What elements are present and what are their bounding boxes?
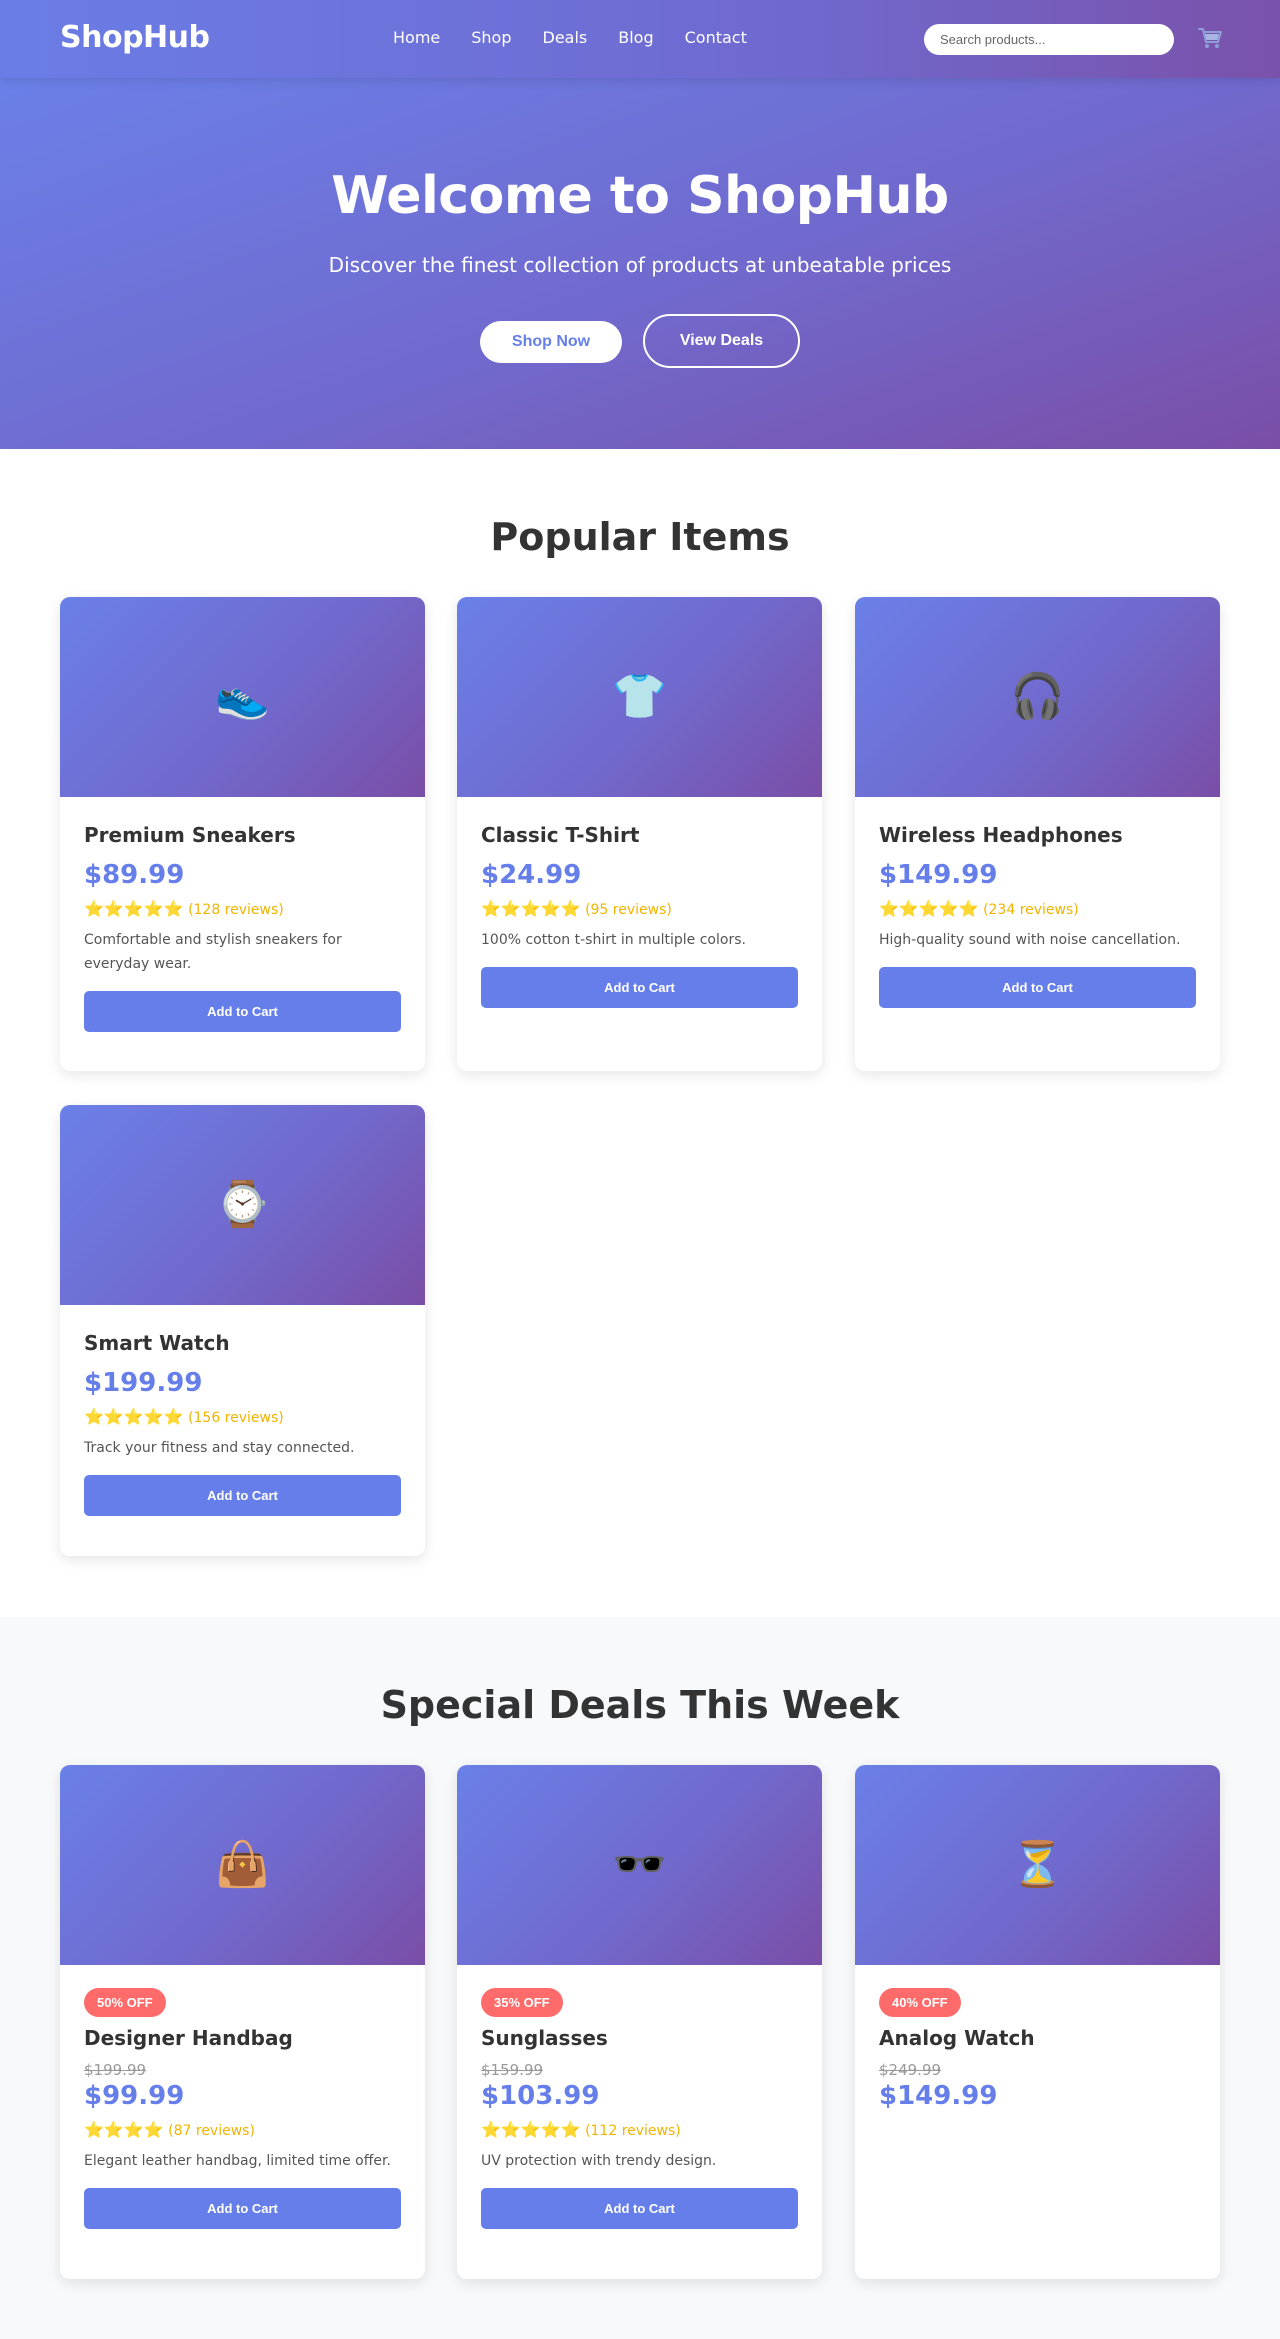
star-rating-icon: ⭐⭐⭐⭐⭐ [879, 899, 979, 918]
star-rating-icon: ⭐⭐⭐⭐⭐ [481, 899, 581, 918]
product-card: 👕 Classic T-Shirt $24.99 ⭐⭐⭐⭐⭐ (95 revie… [457, 597, 822, 1071]
original-price: $159.99 [481, 2061, 544, 2079]
product-name: Classic T-Shirt [481, 823, 640, 847]
hero-title: Welcome to ShopHub [331, 166, 949, 226]
product-image: ⌚ [60, 1105, 425, 1305]
navbar: ShopHub Home Shop Deals Blog Contact [0, 0, 1280, 78]
product-image: 👟 [60, 597, 425, 797]
add-to-cart-button[interactable]: Add to Cart [84, 2188, 401, 2229]
nav-links: Home Shop Deals Blog Contact [393, 28, 747, 47]
discount-badge: 40% OFF [879, 1988, 961, 2017]
special-deals-section: Special Deals This Week 👜 50% OFF Design… [0, 1617, 1280, 2339]
product-price: $89.99 [84, 860, 185, 890]
star-rating-icon: ⭐⭐⭐⭐⭐ [84, 899, 184, 918]
sale-price: $149.99 [879, 2081, 998, 2111]
product-rating: ⭐⭐⭐⭐⭐ (156 reviews) [84, 1407, 401, 1426]
search-input[interactable] [924, 24, 1174, 55]
product-description: High-quality sound with noise cancellati… [879, 932, 1181, 948]
product-name: Wireless Headphones [879, 823, 1123, 847]
product-rating: ⭐⭐⭐⭐⭐ (112 reviews) [481, 2120, 798, 2139]
product-price: $199.99 [84, 1368, 203, 1398]
add-to-cart-button[interactable]: Add to Cart [84, 991, 401, 1032]
view-deals-button[interactable]: View Deals [643, 314, 800, 368]
popular-items-section: Popular Items 👟 Premium Sneakers $89.99 … [0, 449, 1280, 1617]
sale-price: $103.99 [481, 2081, 600, 2111]
cart-icon[interactable] [1196, 24, 1224, 52]
deal-card: 👜 50% OFF Designer Handbag $199.99 $99.9… [60, 1765, 425, 2279]
product-card: 👟 Premium Sneakers $89.99 ⭐⭐⭐⭐⭐ (128 rev… [60, 597, 425, 1071]
deal-card: ⏳ 40% OFF Analog Watch $249.99 $149.99 [855, 1765, 1220, 2279]
original-price: $249.99 [879, 2061, 942, 2079]
brand-logo[interactable]: ShopHub [60, 20, 210, 55]
product-card: ⌚ Smart Watch $199.99 ⭐⭐⭐⭐⭐ (156 reviews… [60, 1105, 425, 1556]
product-rating: ⭐⭐⭐⭐⭐ (128 reviews) [84, 899, 401, 918]
sneaker-icon: 👟 [215, 671, 270, 722]
watch-icon: ⌚ [215, 1179, 270, 1230]
deal-card: 🕶️ 35% OFF Sunglasses $159.99 $103.99 ⭐⭐… [457, 1765, 822, 2279]
review-count[interactable]: (156 reviews) [188, 1410, 284, 1426]
product-name: Sunglasses [481, 2026, 608, 2050]
popular-section-title: Popular Items [490, 515, 790, 559]
headphones-icon: 🎧 [1010, 671, 1065, 722]
product-description: Track your fitness and stay connected. [84, 1440, 355, 1456]
product-price: $149.99 [879, 860, 998, 890]
nav-link-deals[interactable]: Deals [543, 28, 588, 47]
hourglass-icon: ⏳ [1010, 1839, 1065, 1890]
handbag-icon: 👜 [215, 1839, 270, 1890]
add-to-cart-button[interactable]: Add to Cart [84, 1475, 401, 1516]
star-rating-icon: ⭐⭐⭐⭐ [84, 2120, 164, 2139]
review-count[interactable]: (112 reviews) [585, 2123, 681, 2139]
product-rating: ⭐⭐⭐⭐ (87 reviews) [84, 2120, 401, 2139]
product-rating: ⭐⭐⭐⭐⭐ (95 reviews) [481, 899, 798, 918]
deals-section-title: Special Deals This Week [380, 1683, 900, 1727]
product-image: ⏳ [855, 1765, 1220, 1965]
product-price: $24.99 [481, 860, 582, 890]
sunglasses-icon: 🕶️ [612, 1839, 667, 1890]
product-description: 100% cotton t-shirt in multiple colors. [481, 932, 746, 948]
product-description: Comfortable and stylish sneakers for eve… [84, 932, 342, 972]
review-count[interactable]: (87 reviews) [168, 2123, 255, 2139]
product-image: 👕 [457, 597, 822, 797]
star-rating-icon: ⭐⭐⭐⭐⭐ [481, 2120, 581, 2139]
tshirt-icon: 👕 [612, 671, 667, 722]
original-price: $199.99 [84, 2061, 147, 2079]
product-name: Analog Watch [879, 2026, 1035, 2050]
discount-badge: 50% OFF [84, 1988, 166, 2017]
discount-badge: 35% OFF [481, 1988, 563, 2017]
star-rating-icon: ⭐⭐⭐⭐⭐ [84, 1407, 184, 1426]
sale-price: $99.99 [84, 2081, 185, 2111]
product-image: 👜 [60, 1765, 425, 1965]
product-image: 🎧 [855, 597, 1220, 797]
add-to-cart-button[interactable]: Add to Cart [879, 967, 1196, 1008]
product-name: Designer Handbag [84, 2026, 293, 2050]
nav-link-blog[interactable]: Blog [618, 28, 653, 47]
review-count[interactable]: (95 reviews) [585, 902, 672, 918]
hero-banner: Welcome to ShopHub Discover the finest c… [0, 78, 1280, 449]
hero-subtitle: Discover the finest collection of produc… [328, 253, 952, 277]
product-description: Elegant leather handbag, limited time of… [84, 2153, 391, 2169]
product-name: Smart Watch [84, 1331, 230, 1355]
add-to-cart-button[interactable]: Add to Cart [481, 967, 798, 1008]
shop-now-button[interactable]: Shop Now [480, 321, 622, 363]
nav-link-home[interactable]: Home [393, 28, 440, 47]
product-name: Premium Sneakers [84, 823, 296, 847]
nav-link-shop[interactable]: Shop [471, 28, 511, 47]
product-description: UV protection with trendy design. [481, 2153, 717, 2169]
add-to-cart-button[interactable]: Add to Cart [481, 2188, 798, 2229]
review-count[interactable]: (234 reviews) [983, 902, 1079, 918]
nav-link-contact[interactable]: Contact [685, 28, 747, 47]
product-image: 🕶️ [457, 1765, 822, 1965]
product-rating: ⭐⭐⭐⭐⭐ (234 reviews) [879, 899, 1196, 918]
product-card: 🎧 Wireless Headphones $149.99 ⭐⭐⭐⭐⭐ (234… [855, 597, 1220, 1071]
review-count[interactable]: (128 reviews) [188, 902, 284, 918]
